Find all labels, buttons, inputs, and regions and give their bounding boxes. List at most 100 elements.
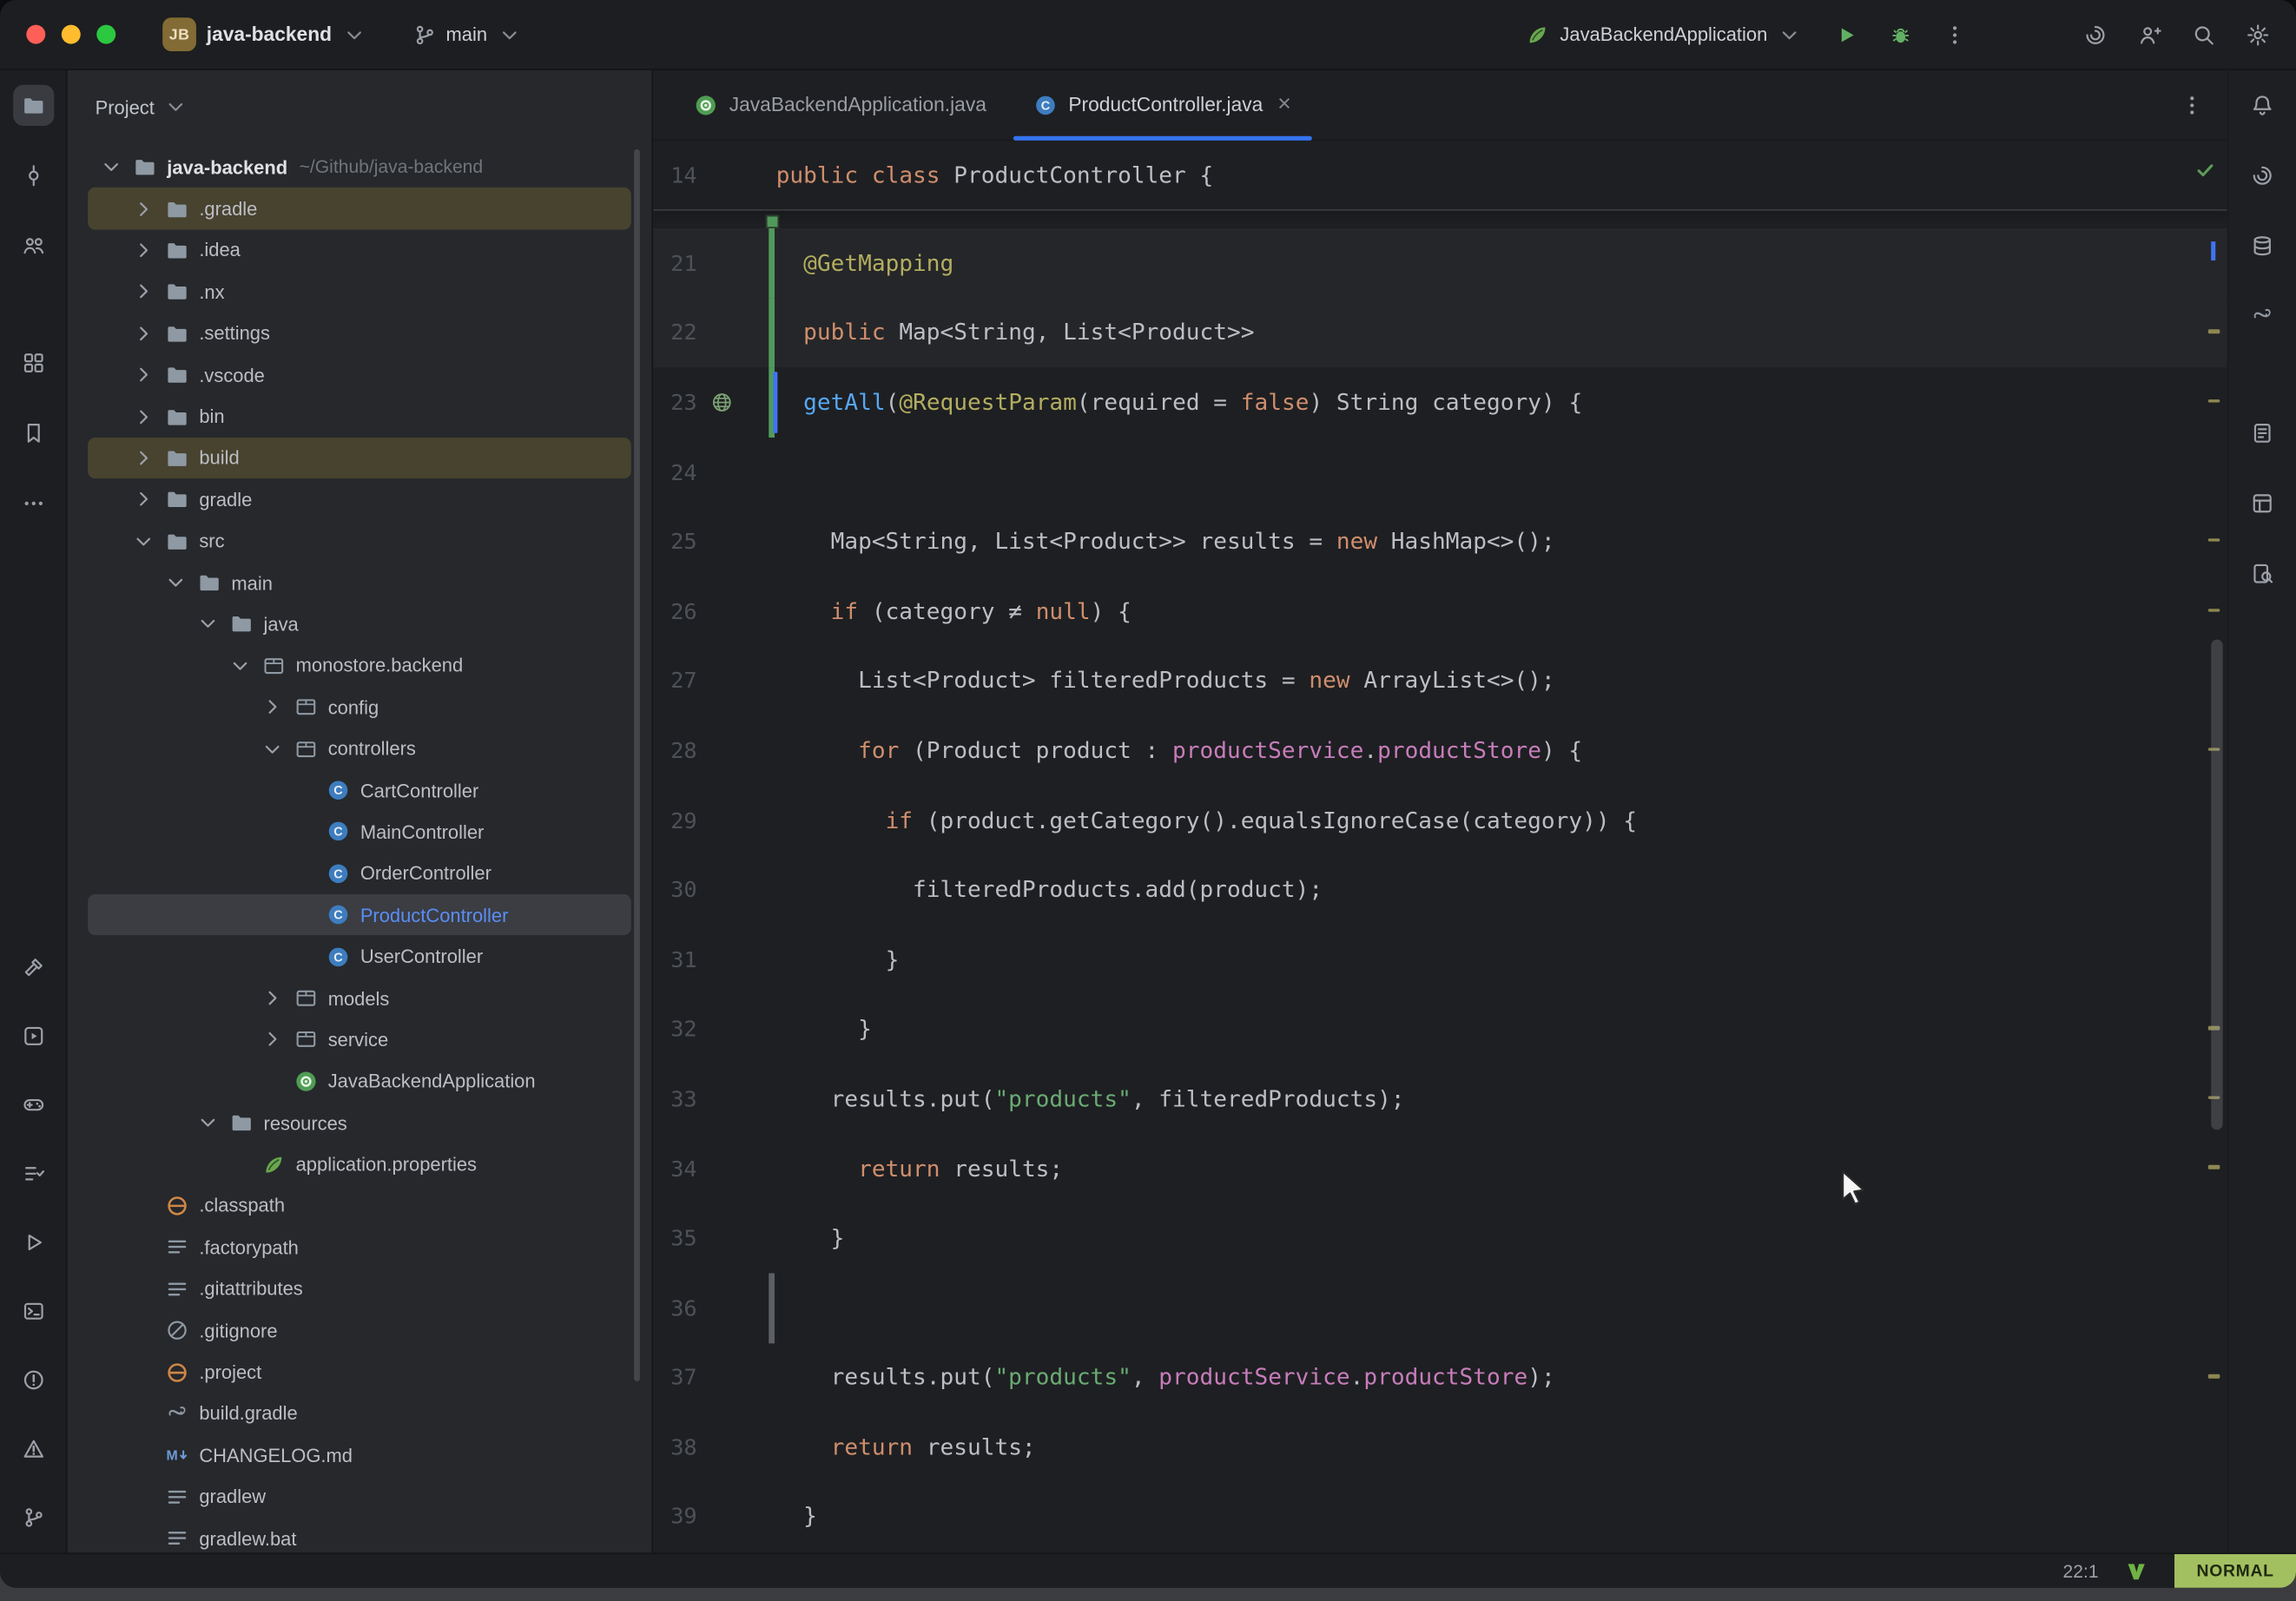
line-number[interactable]: 28	[653, 737, 697, 763]
todo-icon[interactable]	[12, 1153, 53, 1194]
chevron-right-icon[interactable]	[132, 239, 155, 262]
chevron-right-icon[interactable]	[132, 197, 155, 221]
database-icon[interactable]	[2242, 226, 2283, 267]
more-actions-icon[interactable]	[1935, 14, 1976, 55]
chevron-right-icon[interactable]	[132, 363, 155, 386]
tab-productcontroller-java[interactable]: CProductController.java×	[1010, 70, 1315, 139]
code-line-32[interactable]: 32}	[653, 994, 2227, 1064]
line-number[interactable]: 30	[653, 877, 697, 903]
code-line-28[interactable]: 28for (Product product : productService.…	[653, 716, 2227, 786]
build-icon[interactable]	[12, 947, 53, 988]
code-line-31[interactable]: 31}	[653, 925, 2227, 994]
find-icon[interactable]	[2242, 553, 2283, 594]
tree-row-monostore-backend[interactable]: monostore.backend	[88, 645, 631, 687]
chevron-down-icon[interactable]	[261, 737, 284, 761]
tree-row-productcontroller[interactable]: CProductController	[88, 894, 631, 936]
line-number[interactable]: 23	[653, 389, 697, 415]
line-number[interactable]: 26	[653, 598, 697, 624]
code-line-23[interactable]: 23getAll(@RequestParam(required = false)…	[653, 367, 2227, 437]
pull-requests-icon[interactable]	[12, 226, 53, 267]
tree-row--project[interactable]: .project	[88, 1351, 631, 1393]
inspection-mark[interactable]	[2208, 329, 2220, 333]
tree-row-java-backend[interactable]: java-backend~/Github/java-backend	[88, 147, 631, 188]
code-line-30[interactable]: 30filteredProducts.add(product);	[653, 855, 2227, 925]
tree-row-resources[interactable]: resources	[88, 1102, 631, 1143]
line-number[interactable]: 31	[653, 946, 697, 972]
tree-row-build-gradle[interactable]: build.gradle	[88, 1393, 631, 1434]
minimize-window-button[interactable]	[62, 25, 81, 44]
chevron-down-icon[interactable]	[196, 1111, 220, 1135]
project-tree-scrollbar[interactable]	[634, 149, 640, 1381]
code-line-39[interactable]: 39}	[653, 1482, 2227, 1552]
line-number[interactable]: 38	[653, 1434, 697, 1460]
services-icon[interactable]	[12, 1016, 53, 1057]
line-number[interactable]: 33	[653, 1086, 697, 1112]
code-line-22[interactable]: 22public Map<String, List<Product>>	[653, 298, 2227, 367]
problems-icon[interactable]	[12, 1360, 53, 1400]
line-number[interactable]: 22	[653, 320, 697, 346]
run-icon[interactable]	[12, 1222, 53, 1262]
code-line-24[interactable]: 24	[653, 438, 2227, 507]
code-line-25[interactable]: 25Map<String, List<Product>> results = n…	[653, 507, 2227, 576]
project-widget[interactable]: JB java-backend	[151, 10, 378, 59]
ideavim-icon[interactable]	[2125, 1559, 2148, 1583]
code-line-35[interactable]: 35}	[653, 1203, 2227, 1273]
line-number[interactable]: 36	[653, 1295, 697, 1321]
chevron-down-icon[interactable]	[100, 155, 123, 179]
chevron-down-icon[interactable]	[228, 654, 252, 677]
search-everywhere-icon[interactable]	[2183, 14, 2224, 55]
tree-row--idea[interactable]: .idea	[88, 229, 631, 271]
chevron-right-icon[interactable]	[132, 280, 155, 304]
tree-row-ordercontroller[interactable]: COrderController	[88, 853, 631, 894]
tree-row-gradlew[interactable]: gradlew	[88, 1476, 631, 1518]
close-window-button[interactable]	[26, 25, 45, 44]
tree-row-changelog-md[interactable]: MCHANGELOG.md	[88, 1434, 631, 1476]
inspection-mark[interactable]	[2208, 608, 2220, 611]
project-icon[interactable]	[12, 85, 53, 126]
tree-row--factorypath[interactable]: .factorypath	[88, 1227, 631, 1268]
notifications-icon[interactable]	[2242, 85, 2283, 126]
tree-row-maincontroller[interactable]: CMainController	[88, 811, 631, 853]
tree-row-java[interactable]: java	[88, 603, 631, 645]
settings-icon[interactable]	[2238, 14, 2279, 55]
tree-row-gradlew-bat[interactable]: gradlew.bat	[88, 1518, 631, 1553]
tree-row-bin[interactable]: bin	[88, 396, 631, 438]
profiler-icon[interactable]	[12, 1084, 53, 1125]
tree-row--vscode[interactable]: .vscode	[88, 354, 631, 396]
line-number[interactable]: 35	[653, 1225, 697, 1251]
tree-row--classpath[interactable]: .classpath	[88, 1185, 631, 1227]
bookmarks-icon[interactable]	[12, 412, 53, 453]
chevron-right-icon[interactable]	[261, 695, 284, 719]
code-line-38[interactable]: 38return results;	[653, 1413, 2227, 1482]
code-line-21[interactable]: 21@GetMapping	[653, 228, 2227, 298]
tree-row-controllers[interactable]: controllers	[88, 728, 631, 770]
more-icon[interactable]	[12, 483, 53, 524]
tree-row--settings[interactable]: .settings	[88, 313, 631, 354]
tree-row--gitattributes[interactable]: .gitattributes	[88, 1268, 631, 1310]
tree-row--gradle[interactable]: .gradle	[88, 188, 631, 229]
tree-row-config[interactable]: config	[88, 687, 631, 728]
project-panel-header[interactable]: Project	[68, 70, 652, 143]
globe-icon[interactable]	[707, 391, 736, 414]
editor-scrollbar[interactable]	[2211, 640, 2222, 1130]
tree-row-models[interactable]: models	[88, 978, 631, 1019]
chevron-down-icon[interactable]	[164, 571, 188, 595]
tree-row-cartcontroller[interactable]: CCartController	[88, 769, 631, 811]
caret-position[interactable]: 22:1	[2063, 1561, 2099, 1582]
inspection-mark[interactable]	[2208, 1374, 2220, 1378]
ai-assistant-icon[interactable]	[2242, 155, 2283, 196]
chevron-right-icon[interactable]	[261, 1028, 284, 1051]
tree-row-gradle[interactable]: gradle	[88, 478, 631, 520]
commit-icon[interactable]	[12, 155, 53, 196]
code-line-37[interactable]: 37results.put("products", productService…	[653, 1343, 2227, 1413]
zoom-window-button[interactable]	[96, 25, 115, 44]
chevron-down-icon[interactable]	[132, 530, 155, 553]
code-with-me-icon[interactable]	[2129, 14, 2170, 55]
tree-row-usercontroller[interactable]: CUserController	[88, 936, 631, 978]
line-number[interactable]: 39	[653, 1504, 697, 1530]
code-line-33[interactable]: 33results.put("products", filteredProduc…	[653, 1064, 2227, 1134]
line-number[interactable]: 37	[653, 1364, 697, 1390]
line-number[interactable]: 29	[653, 807, 697, 833]
code-line-34[interactable]: 34return results;	[653, 1134, 2227, 1203]
chevron-right-icon[interactable]	[132, 488, 155, 511]
